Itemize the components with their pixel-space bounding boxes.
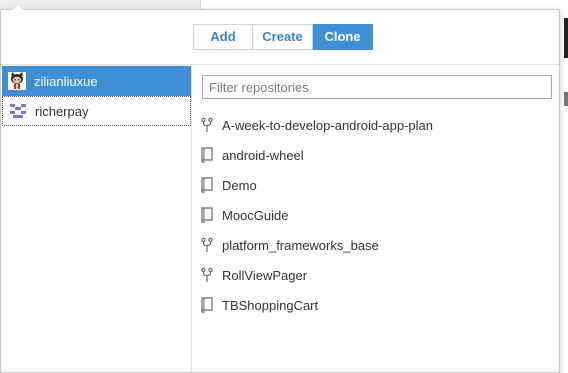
clone-repository-popup: Add Create Clone zilianliuxue richerpay … bbox=[0, 3, 560, 373]
account-name: zilianliuxue bbox=[34, 73, 98, 89]
repo-book-icon bbox=[200, 177, 214, 193]
repo-item-a-week-to-develop-android-app-plan[interactable]: A-week-to-develop-android-app-plan bbox=[200, 110, 550, 140]
fork-icon bbox=[200, 267, 214, 283]
repository-list: A-week-to-develop-android-app-plan andro… bbox=[200, 110, 550, 320]
repo-item-tbshoppingcart[interactable]: TBShoppingCart bbox=[200, 290, 550, 320]
repo-item-demo[interactable]: Demo bbox=[200, 170, 550, 200]
repo-book-icon bbox=[200, 147, 214, 163]
fork-icon bbox=[200, 237, 214, 253]
repo-name: android-wheel bbox=[222, 147, 304, 163]
filter-repositories-input[interactable] bbox=[202, 75, 552, 99]
repo-book-icon bbox=[200, 297, 214, 313]
repository-pane: A-week-to-develop-android-app-plan andro… bbox=[192, 65, 559, 372]
account-name: richerpay bbox=[35, 103, 89, 119]
account-item-zilianliuxue[interactable]: zilianliuxue bbox=[2, 66, 191, 96]
octocat-avatar-icon bbox=[8, 72, 26, 90]
tab-bar: Add Create Clone bbox=[1, 10, 559, 65]
background-scrollbar-mark bbox=[564, 92, 568, 106]
repo-item-platform-frameworks-base[interactable]: platform_frameworks_base bbox=[200, 230, 550, 260]
tab-clone[interactable]: Clone bbox=[313, 24, 373, 50]
fork-icon bbox=[200, 117, 214, 133]
background-scrollbar bbox=[564, 18, 568, 58]
mode-tabs: Add Create Clone bbox=[193, 24, 373, 50]
repo-item-moocguide[interactable]: MoocGuide bbox=[200, 200, 550, 230]
repo-name: A-week-to-develop-android-app-plan bbox=[222, 117, 434, 133]
repo-item-android-wheel[interactable]: android-wheel bbox=[200, 140, 550, 170]
repo-item-rollviewpager[interactable]: RollViewPager bbox=[200, 260, 550, 290]
account-list: zilianliuxue richerpay bbox=[1, 65, 192, 372]
repo-book-icon bbox=[200, 207, 214, 223]
account-item-richerpay[interactable]: richerpay bbox=[2, 96, 191, 126]
repo-name: Demo bbox=[222, 177, 257, 193]
repo-name: platform_frameworks_base bbox=[222, 237, 379, 253]
background-panel bbox=[200, 0, 568, 9]
background-panel bbox=[0, 0, 200, 9]
identicon-avatar-icon bbox=[9, 102, 27, 120]
repo-name: MoocGuide bbox=[222, 207, 289, 223]
repo-name: TBShoppingCart bbox=[222, 297, 319, 313]
tab-add[interactable]: Add bbox=[193, 24, 253, 50]
tab-create[interactable]: Create bbox=[253, 24, 313, 50]
repo-name: RollViewPager bbox=[222, 267, 308, 283]
